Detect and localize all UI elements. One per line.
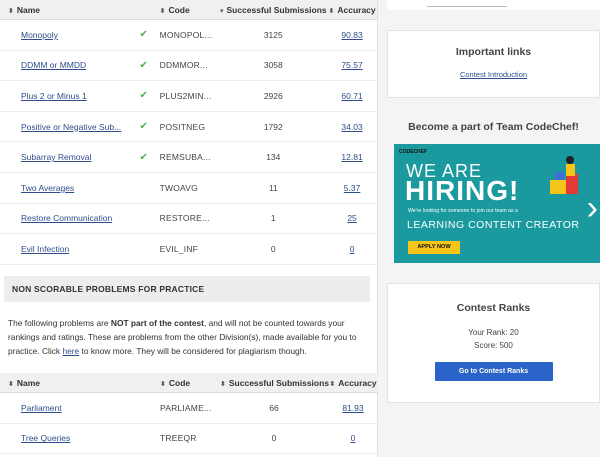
successful-submissions: 11 (268, 182, 278, 193)
check-icon: ✔ (139, 90, 148, 102)
problem-name-link[interactable]: Monopoly (21, 30, 58, 40)
sort-icon: ⬍ (8, 380, 14, 388)
table-row: Tree Queries TREEQR 0 0 (0, 424, 378, 455)
table-row: Plus 2 or Minus 1 ✔ PLUS2MIN... 2926 60.71 (0, 81, 377, 112)
table-row: Evil Infection EVIL_INF 0 0 (0, 234, 377, 265)
sort-icon: ⬍ (329, 380, 336, 388)
score: Score: 500 (474, 341, 513, 350)
problem-name-link[interactable]: Restore Communication (21, 213, 112, 223)
sort-icon: ⬍ (160, 380, 166, 388)
successful-submissions: 1792 (263, 121, 283, 132)
problem-code: POSITNEG (159, 121, 206, 132)
contest-introduction-link[interactable]: Contest Introduction (460, 70, 527, 79)
table-row: Parliament PARLIAME... 66 81.93 (0, 393, 378, 424)
non-scorable-heading: NON SCORABLE PROBLEMS FOR PRACTICE (4, 276, 370, 302)
problem-name-link[interactable]: Tree Queries (21, 433, 70, 443)
problem-name-link[interactable]: Parliament (21, 403, 62, 413)
sort-icon: ⬍ (8, 7, 14, 15)
problems-panel: ⬍ Name ⬍ Code ▾ Successful Submissions ⬍ Acc… (0, 0, 378, 457)
problem-code: PLUS2MIN... (159, 90, 212, 101)
sort-submissions-header[interactable]: ⬍ Successful Submissions (220, 378, 329, 388)
hiring-banner[interactable]: CODECHEF WE ARE HIRING! We're looking fo… (394, 144, 600, 263)
important-links-card: Important links Contest Introduction (387, 30, 600, 98)
sort-accuracy-header[interactable]: ⬍ Accuracy (327, 5, 377, 15)
codechef-logo: CODECHEF (399, 149, 428, 155)
successful-submissions: 0 (270, 243, 276, 254)
problem-name-link[interactable]: Plus 2 or Minus 1 (21, 91, 87, 101)
banner-line2: HIRING! (405, 175, 520, 206)
know-more-link[interactable]: here (62, 346, 79, 356)
problems-table-body: Monopoly ✔ MONOPOL... 3125 90.83 DDMM or MMDD… (0, 20, 377, 265)
check-icon: ✔ (139, 59, 148, 71)
sort-code-header[interactable]: ⬍ Code (158, 5, 220, 15)
table-row: Positive or Negative Sub... ✔ POSITNEG 1792… (0, 112, 377, 143)
check-icon: ✔ (139, 151, 148, 163)
table-row: Subarray Removal ✔ REMSUBA... 134 12.81 (0, 142, 377, 173)
sort-name-header[interactable]: ⬍ Name (0, 378, 130, 388)
banner-role: LEARNING CONTENT CREATOR (407, 219, 580, 231)
problem-code: MONOPOL... (159, 29, 213, 40)
accuracy-link[interactable]: 60.71 (341, 91, 362, 101)
accuracy-link[interactable]: 12.81 (341, 152, 362, 162)
sort-icon: ⬍ (220, 380, 226, 388)
problem-name-link[interactable]: Two Averages (21, 183, 74, 193)
practice-table-body: Parliament PARLIAME... 66 81.93 Tree Queries… (0, 393, 378, 455)
table-row: DDMM or MMDD ✔ DDMMOR... 3058 75.57 (0, 51, 377, 82)
your-rank: Your Rank: 20 (468, 328, 519, 337)
accuracy-link[interactable]: 90.83 (341, 30, 362, 40)
successful-submissions: 2926 (263, 90, 283, 101)
sort-submissions-header[interactable]: ▾ Successful Submissions (219, 5, 327, 15)
problem-name-link[interactable]: Positive or Negative Sub... (21, 122, 121, 132)
accuracy-link[interactable]: 0 (350, 244, 355, 254)
problem-code: PARLIAME... (160, 402, 212, 413)
problem-name-link[interactable]: DDMM or MMDD (21, 60, 86, 70)
apply-now-button[interactable]: APPLY NOW (408, 241, 460, 254)
accuracy-link[interactable]: 0 (351, 433, 356, 443)
contest-ranks-card: Contest Ranks Your Rank: 20 Score: 500 G… (387, 283, 600, 403)
check-icon: ✔ (139, 29, 148, 41)
top-card-stub (387, 0, 600, 10)
hiring-title: Become a part of Team CodeChef! (408, 121, 579, 133)
sort-icon: ⬍ (328, 7, 335, 15)
go-to-contest-ranks-button[interactable]: Go to Contest Ranks (434, 362, 553, 381)
sort-code-header[interactable]: ⬍ Code (158, 378, 220, 388)
check-icon: ✔ (139, 121, 148, 133)
successful-submissions: 0 (271, 433, 277, 444)
banner-subtext: We're looking for someone to join our te… (408, 208, 518, 214)
problem-name-link[interactable]: Subarray Removal (21, 152, 91, 162)
sort-icon: ⬍ (159, 7, 166, 15)
successful-submissions: 1 (270, 213, 276, 224)
problem-name-link[interactable]: Evil Infection (21, 244, 69, 254)
table-row: Restore Communication RESTORE... 1 25 (0, 204, 377, 235)
accuracy-link[interactable]: 25 (347, 213, 356, 223)
problem-code: REMSUBA... (159, 152, 211, 163)
table-row: Two Averages TWOAVG 11 5.37 (0, 173, 377, 204)
problem-code: RESTORE... (159, 213, 210, 224)
sort-down-icon: ▾ (219, 7, 224, 15)
problem-code: TWOAVG (159, 182, 198, 193)
problem-code: TREEQR (160, 433, 197, 444)
successful-submissions: 66 (269, 402, 279, 413)
sort-accuracy-header[interactable]: ⬍ Accuracy (328, 378, 378, 388)
table-row: Monopoly ✔ MONOPOL... 3125 90.83 (0, 20, 377, 51)
sort-name-header[interactable]: ⬍ Name (0, 5, 130, 15)
practice-problems-table: ⬍ Name ⬍ Code ⬍ Successful Submissions ⬍ Acc… (0, 373, 378, 455)
important-links-title: Important links (455, 46, 532, 58)
problem-code: DDMMOR... (159, 60, 208, 71)
successful-submissions: 3125 (263, 29, 283, 40)
problem-code: EVIL_INF (159, 243, 199, 254)
accuracy-link[interactable]: 34.03 (341, 122, 362, 132)
contest-ranks-title: Contest Ranks (456, 302, 531, 314)
successful-submissions: 134 (266, 152, 281, 163)
person-illustration-icon (550, 156, 578, 194)
accuracy-link[interactable]: 5.37 (344, 183, 361, 193)
next-slide-icon[interactable]: › (587, 189, 598, 228)
successful-submissions: 3058 (263, 60, 283, 71)
non-scorable-description: The following problems are NOT part of t… (8, 318, 357, 356)
accuracy-link[interactable]: 81.93 (342, 403, 363, 413)
accuracy-link[interactable]: 75.57 (341, 60, 362, 70)
problems-table-header: ⬍ Name ⬍ Code ▾ Successful Submissions ⬍ Acc… (0, 0, 377, 20)
practice-table-header: ⬍ Name ⬍ Code ⬍ Successful Submissions ⬍ Acc… (0, 373, 378, 393)
